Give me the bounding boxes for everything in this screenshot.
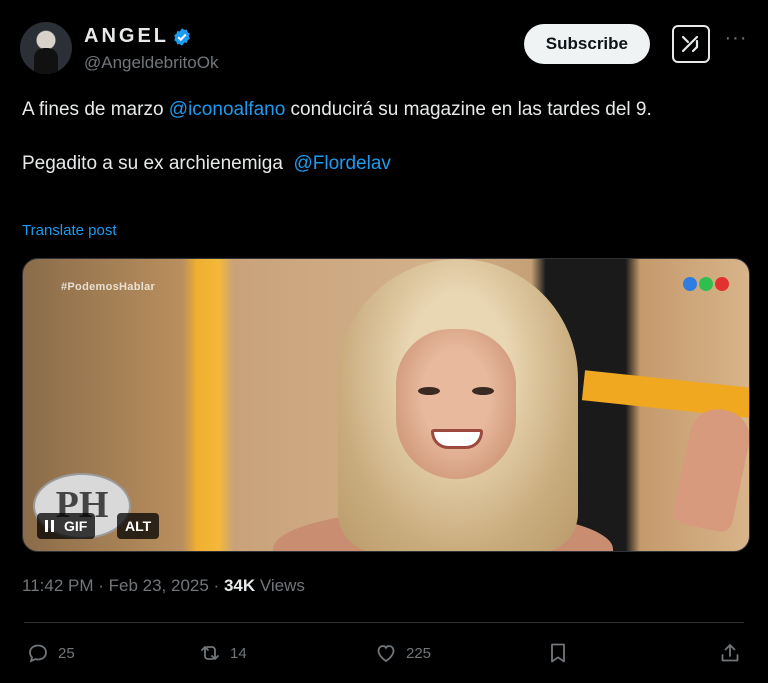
- reply-count: 25: [58, 644, 75, 662]
- alt-text-button[interactable]: ALT: [117, 513, 160, 539]
- bookmark-button[interactable]: [546, 641, 570, 665]
- mention-link[interactable]: @Flordelav: [293, 153, 390, 174]
- verified-badge-icon: [174, 27, 190, 46]
- repost-count: 14: [230, 644, 247, 662]
- person-eye: [418, 387, 440, 395]
- grok-button[interactable]: [672, 25, 710, 63]
- subscribe-button[interactable]: Subscribe: [523, 24, 650, 64]
- repost-button[interactable]: 14: [198, 641, 247, 665]
- grok-icon: [681, 35, 699, 53]
- reply-button[interactable]: 25: [26, 641, 75, 665]
- channel-dot: [699, 277, 713, 291]
- like-count: 225: [406, 644, 432, 662]
- author-display-name[interactable]: ANGEL: [84, 25, 169, 48]
- gif-label: GIF: [64, 518, 88, 534]
- tweet-text: A fines de marzo @iconoalfano conducirá …: [22, 96, 744, 177]
- tweet-meta: 11:42 PM · Feb 23, 2025 · 34K Views: [22, 576, 305, 596]
- avatar[interactable]: [20, 22, 72, 74]
- tweet-date[interactable]: Feb 23, 2025: [109, 576, 209, 595]
- gif-pause-button[interactable]: GIF: [37, 513, 96, 539]
- meta-separator: ·: [93, 576, 109, 595]
- tweet-text-part: Pegadito a su ex archienemiga: [22, 153, 294, 174]
- share-icon: [721, 644, 739, 662]
- channel-dot: [683, 277, 697, 291]
- author-block: ANGEL @AngeldebritoOk: [84, 25, 218, 73]
- mention-link[interactable]: @iconoalfano: [169, 99, 285, 120]
- more-icon[interactable]: ···: [724, 28, 748, 54]
- person-face: [396, 329, 516, 479]
- heart-icon: [377, 645, 395, 663]
- reply-icon: [29, 644, 47, 663]
- translate-post-link[interactable]: Translate post: [22, 222, 117, 239]
- channel-logo: [683, 277, 729, 291]
- person-figure: [338, 259, 578, 551]
- gif-media[interactable]: #PodemosHablar PH GIF ALT: [22, 258, 750, 552]
- author-name[interactable]: ANGEL: [84, 25, 218, 48]
- bookmark-icon: [551, 643, 565, 663]
- tweet-paragraph-1: A fines de marzo @iconoalfano conducirá …: [22, 96, 744, 123]
- pause-icon: [45, 520, 54, 532]
- show-watermark: #PodemosHablar: [61, 281, 156, 293]
- action-bar: 25 14 225: [24, 622, 744, 682]
- person-hand: [671, 404, 749, 534]
- meta-separator: ·: [208, 576, 224, 595]
- repost-icon: [201, 646, 219, 660]
- tweet-text-part: A fines de marzo: [22, 99, 169, 120]
- author-handle[interactable]: @AngeldebritoOk: [84, 53, 218, 73]
- tweet-header: ANGEL @AngeldebritoOk Subscribe ···: [20, 22, 748, 78]
- tweet-paragraph-2: Pegadito a su ex archienemiga @Flordelav: [22, 150, 744, 177]
- person-eye: [472, 387, 494, 395]
- tweet-text-part: conducirá su magazine en las tardes del …: [285, 99, 652, 120]
- person-mouth: [431, 429, 483, 449]
- tweet-time[interactable]: 11:42 PM: [22, 576, 94, 595]
- channel-dot: [715, 277, 729, 291]
- views-count: 34K: [223, 576, 256, 595]
- views-label: Views: [255, 576, 305, 595]
- share-button[interactable]: [718, 641, 742, 665]
- like-button[interactable]: 225: [374, 641, 431, 665]
